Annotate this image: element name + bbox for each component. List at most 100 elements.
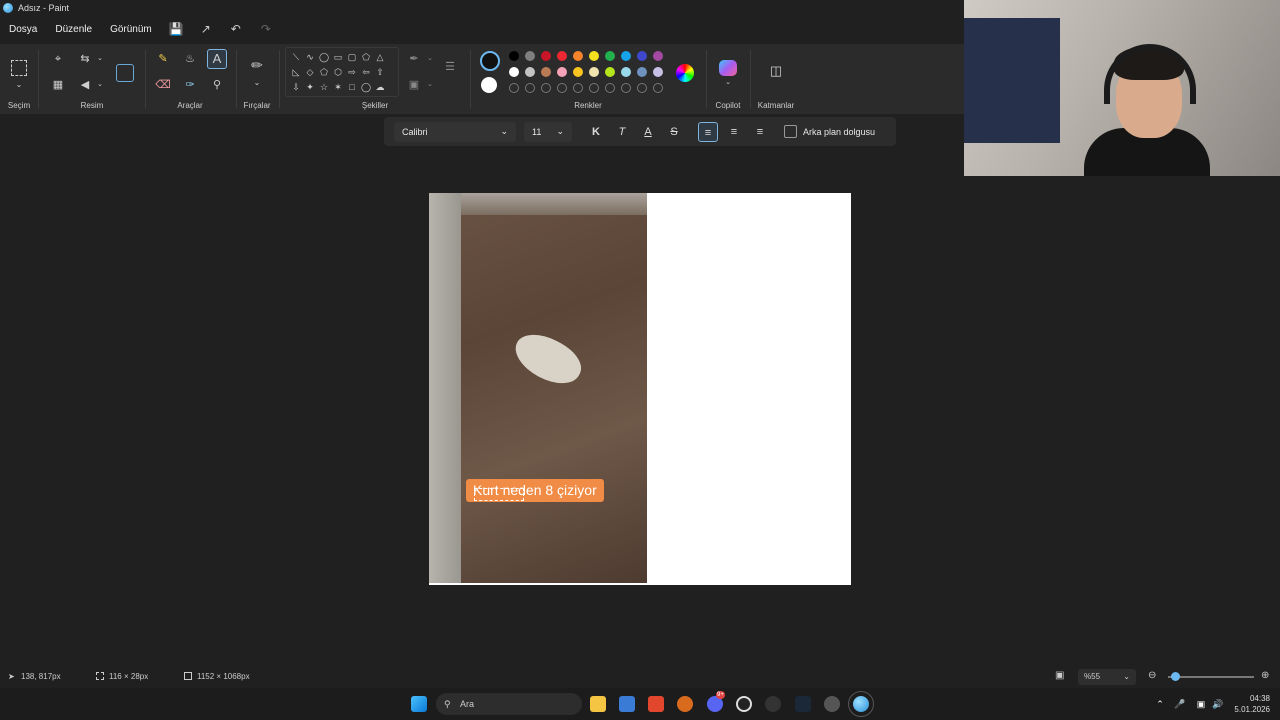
custom-color-slot[interactable]: [557, 83, 567, 93]
tray-chevron-up-icon[interactable]: ⌃: [1152, 696, 1168, 712]
text-tool-icon[interactable]: A: [207, 49, 227, 69]
discord-icon[interactable]: 9+: [707, 691, 725, 712]
custom-color-slot[interactable]: [573, 83, 583, 93]
arrow-up-shape-icon[interactable]: ⇧: [372, 65, 388, 79]
chevron-down-icon[interactable]: ⌄: [249, 76, 265, 90]
browser-icon[interactable]: [677, 696, 693, 712]
palette-swatch[interactable]: [621, 67, 631, 77]
chevron-down-icon[interactable]: ⌄: [92, 52, 108, 66]
align-center-icon[interactable]: ≡: [724, 122, 744, 142]
custom-color-slot[interactable]: [621, 83, 631, 93]
palette-swatch[interactable]: [573, 51, 583, 61]
chevron-down-icon[interactable]: ⌄: [92, 78, 108, 92]
background-fill-checkbox[interactable]: [784, 125, 797, 138]
palette-swatch[interactable]: [589, 67, 599, 77]
custom-color-slot[interactable]: [637, 83, 647, 93]
secondary-color-swatch[interactable]: [481, 77, 497, 93]
palette-swatch[interactable]: [621, 51, 631, 61]
bold-button[interactable]: K: [586, 122, 606, 142]
custom-color-slot[interactable]: [525, 83, 535, 93]
line-weight-icon[interactable]: ☰: [442, 60, 458, 74]
fit-to-window-icon[interactable]: ▣: [1055, 670, 1064, 681]
resize-icon[interactable]: ⇆: [77, 52, 93, 66]
triangle-shape-icon[interactable]: △: [372, 50, 388, 64]
custom-color-slot[interactable]: [509, 83, 519, 93]
palette-swatch[interactable]: [653, 67, 663, 77]
microphone-icon[interactable]: 🎤: [1172, 696, 1188, 712]
select-rect-icon[interactable]: [11, 60, 27, 76]
palette-swatch[interactable]: [653, 51, 663, 61]
magnifier-icon[interactable]: ⚲: [209, 78, 225, 92]
custom-color-slot[interactable]: [589, 83, 599, 93]
layers-icon[interactable]: ◫: [768, 64, 784, 78]
shapes-gallery[interactable]: ⟍ ∿ ◯ ▭ ▢ ⬠ △ ◺ ◇ ⬠ ⬡ ⇨ ⇦ ⇧ ⇩ ✦ ☆ ✶ □ ◯ …: [285, 47, 399, 97]
steam-icon[interactable]: [795, 696, 811, 712]
palette-swatch[interactable]: [509, 51, 519, 61]
palette-swatch[interactable]: [525, 67, 535, 77]
custom-color-slot[interactable]: [541, 83, 551, 93]
custom-color-slot[interactable]: [605, 83, 615, 93]
underline-button[interactable]: A: [638, 122, 658, 142]
share-icon[interactable]: ↗: [199, 22, 213, 36]
fill-icon[interactable]: ♨: [182, 52, 198, 66]
zoom-slider[interactable]: [1168, 676, 1254, 678]
callout-cloud-shape-icon[interactable]: ☁: [372, 80, 388, 94]
group-layers[interactable]: ◫ Katmanlar: [752, 44, 800, 114]
start-icon[interactable]: [411, 696, 427, 712]
palette-swatch[interactable]: [541, 51, 551, 61]
chevron-down-icon[interactable]: ⌄: [422, 52, 438, 66]
menu-file[interactable]: Dosya: [0, 24, 46, 35]
crop-icon[interactable]: ⌖: [50, 52, 66, 66]
drawing-canvas[interactable]: Kurt neden 8 çiziyor: [429, 193, 851, 585]
palette-swatch[interactable]: [589, 51, 599, 61]
palette-swatch[interactable]: [573, 67, 583, 77]
app-icon[interactable]: [765, 696, 781, 712]
font-family-dropdown[interactable]: Calibri ⌄: [394, 121, 516, 142]
store-icon[interactable]: [619, 696, 635, 712]
file-explorer-icon[interactable]: [590, 696, 606, 712]
eraser-icon[interactable]: ⌫: [155, 78, 171, 92]
zoom-slider-thumb[interactable]: [1170, 672, 1180, 681]
strikethrough-button[interactable]: S: [664, 122, 684, 142]
zoom-dropdown[interactable]: %55 ⌄: [1078, 669, 1136, 685]
obs-icon[interactable]: [736, 696, 752, 712]
align-left-icon[interactable]: ≡: [698, 121, 718, 142]
font-size-dropdown[interactable]: 11 ⌄: [524, 121, 572, 142]
palette-swatch[interactable]: [637, 51, 647, 61]
save-icon[interactable]: 💾: [169, 22, 184, 36]
palette-swatch[interactable]: [557, 67, 567, 77]
chevron-down-icon[interactable]: ⌄: [720, 76, 736, 90]
paint-taskbar-icon[interactable]: [848, 691, 874, 717]
chevron-down-icon[interactable]: ⌄: [11, 78, 27, 92]
color-picker-icon[interactable]: ✑: [182, 78, 198, 92]
network-icon[interactable]: ▣: [1193, 696, 1209, 712]
menu-edit[interactable]: Düzenle: [46, 24, 101, 35]
settings-icon[interactable]: [824, 696, 840, 712]
custom-color-slot[interactable]: [653, 83, 663, 93]
redo-icon[interactable]: ↷: [259, 22, 273, 36]
fill-shape-icon[interactable]: ▣: [406, 78, 422, 92]
brave-icon[interactable]: [648, 696, 664, 712]
edit-colors-icon[interactable]: [676, 64, 694, 82]
palette-swatch[interactable]: [541, 67, 551, 77]
select-all-icon[interactable]: ▦: [50, 78, 66, 92]
pencil-icon[interactable]: ✎: [155, 52, 171, 66]
zoom-in-icon[interactable]: ⊕: [1261, 670, 1269, 681]
primary-color-swatch[interactable]: [480, 51, 500, 71]
palette-swatch[interactable]: [509, 67, 519, 77]
palette-swatch[interactable]: [557, 51, 567, 61]
palette-swatch[interactable]: [605, 67, 615, 77]
outline-icon[interactable]: ✒: [406, 52, 422, 66]
chevron-down-icon[interactable]: ⌄: [422, 78, 438, 92]
rotate-icon[interactable]: ◀: [77, 78, 93, 92]
palette-swatch[interactable]: [525, 51, 535, 61]
undo-icon[interactable]: ↶: [229, 22, 243, 36]
align-right-icon[interactable]: ≡: [750, 122, 770, 142]
palette-swatch[interactable]: [637, 67, 647, 77]
italic-button[interactable]: T: [612, 122, 632, 142]
copilot-icon[interactable]: [719, 60, 737, 76]
image-creator-icon[interactable]: [116, 64, 134, 82]
text-selection-box[interactable]: [474, 488, 524, 501]
palette-swatch[interactable]: [605, 51, 615, 61]
menu-view[interactable]: Görünüm: [101, 24, 161, 35]
